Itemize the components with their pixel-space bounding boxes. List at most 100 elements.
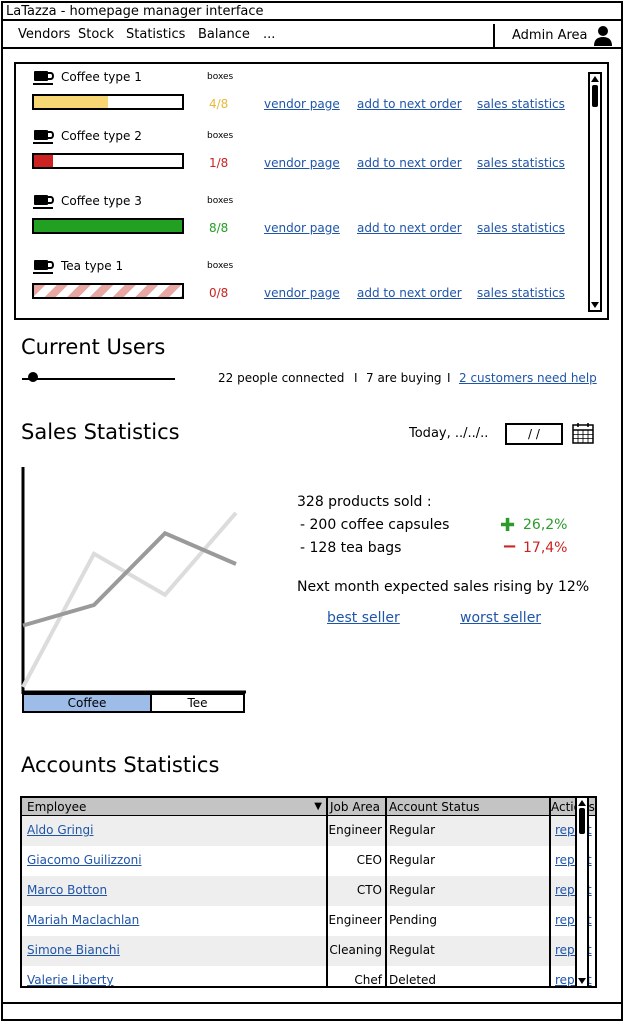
- cup-icon: [33, 195, 54, 209]
- employee-link[interactable]: Simone Bianchi: [27, 943, 120, 957]
- vendor-page-link[interactable]: vendor page: [264, 156, 340, 170]
- users-slider-track[interactable]: [22, 378, 175, 380]
- date-input[interactable]: / /: [505, 423, 563, 445]
- add-to-next-order-link[interactable]: add to next order: [357, 286, 462, 300]
- employee-link[interactable]: Aldo Gringi: [27, 823, 93, 837]
- menu-bar: Vendors Stock Statistics Balance ... Adm…: [3, 23, 623, 49]
- col-header-job-area[interactable]: Job Area: [326, 798, 385, 816]
- products-sold-summary: 328 products sold :: [297, 494, 432, 510]
- stock-level-bar: [32, 153, 184, 169]
- calendar-icon[interactable]: [572, 422, 594, 444]
- separator-1: I: [354, 371, 358, 385]
- menu-more[interactable]: ...: [263, 27, 275, 42]
- separator-2: I: [447, 371, 451, 385]
- boxes-label: boxes: [207, 261, 234, 271]
- col-header-account-status[interactable]: Account Status: [385, 798, 549, 816]
- boxes-label: boxes: [207, 72, 234, 82]
- current-users-heading: Current Users: [21, 335, 166, 359]
- add-to-next-order-link[interactable]: add to next order: [357, 221, 462, 235]
- scroll-thumb[interactable]: [579, 808, 585, 834]
- menu-vendors[interactable]: Vendors: [18, 27, 70, 42]
- users-slider-handle[interactable]: [28, 372, 38, 382]
- stock-level-bar: [32, 218, 184, 234]
- employee-link[interactable]: Giacomo Guilizzoni: [27, 853, 142, 867]
- stock-scrollbar[interactable]: [588, 72, 602, 312]
- vendor-page-link[interactable]: vendor page: [264, 97, 340, 111]
- admin-area-button[interactable]: Admin Area: [493, 24, 623, 47]
- column-divider: [385, 798, 387, 986]
- job-area-cell: Chef: [354, 973, 382, 987]
- account-status-cell: Regular: [389, 823, 436, 837]
- vendor-page-link[interactable]: vendor page: [264, 221, 340, 235]
- account-status-cell: Regular: [389, 883, 436, 897]
- table-row: Aldo Gringi Engineer Regular report: [22, 816, 592, 846]
- stock-level-fill: [34, 96, 108, 108]
- buying-text: 7 are buying: [366, 371, 442, 385]
- table-row: Valerie Liberty Chef Deleted report: [22, 966, 592, 987]
- job-area-cell: Engineer: [328, 823, 382, 837]
- window-title: LaTazza - homepage manager interface: [3, 3, 623, 21]
- scroll-down-arrow-icon[interactable]: [591, 302, 599, 308]
- scroll-up-arrow-icon[interactable]: [591, 76, 599, 82]
- stock-item-name: Coffee type 1: [61, 70, 142, 84]
- employee-link[interactable]: Valerie Liberty: [27, 973, 114, 986]
- sales-line-chart: [21, 467, 246, 694]
- stock-row: Tea type 1 boxes 0/8 vendor page add to next…: [16, 259, 576, 319]
- admin-area-label: Admin Area: [512, 28, 588, 43]
- menu-balance[interactable]: Balance: [198, 27, 250, 42]
- job-area-cell: CTO: [356, 883, 382, 897]
- table-row: Mariah Maclachlan Engineer Pending report: [22, 906, 592, 936]
- menu-statistics[interactable]: Statistics: [126, 27, 185, 42]
- col-header-actions[interactable]: Actions: [549, 798, 595, 816]
- table-scrollbar[interactable]: [575, 796, 589, 988]
- account-status-cell: Pending: [389, 913, 437, 927]
- accounts-statistics-heading: Accounts Statistics: [21, 753, 220, 777]
- scroll-up-arrow-icon[interactable]: [578, 800, 586, 806]
- customers-help-link[interactable]: 2 customers need help: [459, 371, 597, 385]
- series-line-tee: [21, 511, 238, 688]
- increase-plus-icon: ✚: [500, 515, 516, 536]
- cup-icon: [33, 260, 54, 274]
- table-row: Giacomo Guilizzoni CEO Regular report: [22, 846, 592, 876]
- employee-link[interactable]: Marco Botton: [27, 883, 107, 897]
- best-seller-link[interactable]: best seller: [327, 610, 400, 626]
- stock-quantity: 0/8: [209, 286, 229, 300]
- coffee-capsules-line: - 200 coffee capsules: [300, 517, 450, 533]
- employee-link[interactable]: Mariah Maclachlan: [27, 913, 139, 927]
- sales-statistics-link[interactable]: sales statistics: [477, 156, 565, 170]
- legend-coffee-tab[interactable]: Coffee: [22, 693, 152, 713]
- table-row: Simone Bianchi Cleaning Regulat report: [22, 936, 592, 966]
- add-to-next-order-link[interactable]: add to next order: [357, 97, 462, 111]
- boxes-label: boxes: [207, 131, 234, 141]
- stock-row: Coffee type 1 boxes 4/8 vendor page add to n…: [16, 70, 576, 130]
- job-area-cell: Cleaning: [329, 943, 382, 957]
- decrease-minus-icon: −: [502, 536, 518, 557]
- accounts-table: Employee ▼ Job Area Account Status Actio…: [20, 796, 597, 988]
- sales-statistics-link[interactable]: sales statistics: [477, 286, 565, 300]
- account-status-cell: Regulat: [389, 943, 435, 957]
- sales-statistics-link[interactable]: sales statistics: [477, 221, 565, 235]
- col-header-employee[interactable]: Employee ▼: [22, 798, 326, 816]
- job-area-cell: CEO: [356, 853, 382, 867]
- legend-tea-tab[interactable]: Tee: [152, 693, 245, 713]
- sales-statistics-heading: Sales Statistics: [21, 420, 180, 444]
- add-to-next-order-link[interactable]: add to next order: [357, 156, 462, 170]
- stock-item-name: Coffee type 3: [61, 194, 142, 208]
- stock-level-fill: [34, 285, 182, 297]
- stock-level-bar: [32, 94, 184, 110]
- account-status-cell: Deleted: [389, 973, 437, 987]
- vendor-page-link[interactable]: vendor page: [264, 286, 340, 300]
- people-connected-text: 22 people connected: [218, 371, 345, 385]
- scroll-down-arrow-icon[interactable]: [578, 978, 586, 984]
- sort-arrow-icon[interactable]: ▼: [314, 798, 322, 816]
- stock-panel: Coffee type 1 boxes 4/8 vendor page add to n…: [14, 62, 609, 320]
- scroll-thumb[interactable]: [592, 85, 598, 107]
- stock-level-fill: [34, 155, 53, 167]
- column-divider: [326, 798, 328, 986]
- menu-stock[interactable]: Stock: [78, 27, 114, 42]
- sales-statistics-link[interactable]: sales statistics: [477, 97, 565, 111]
- worst-seller-link[interactable]: worst seller: [460, 610, 541, 626]
- boxes-label: boxes: [207, 196, 234, 206]
- coffee-percent: 26,2%: [523, 517, 568, 533]
- column-divider: [549, 798, 551, 986]
